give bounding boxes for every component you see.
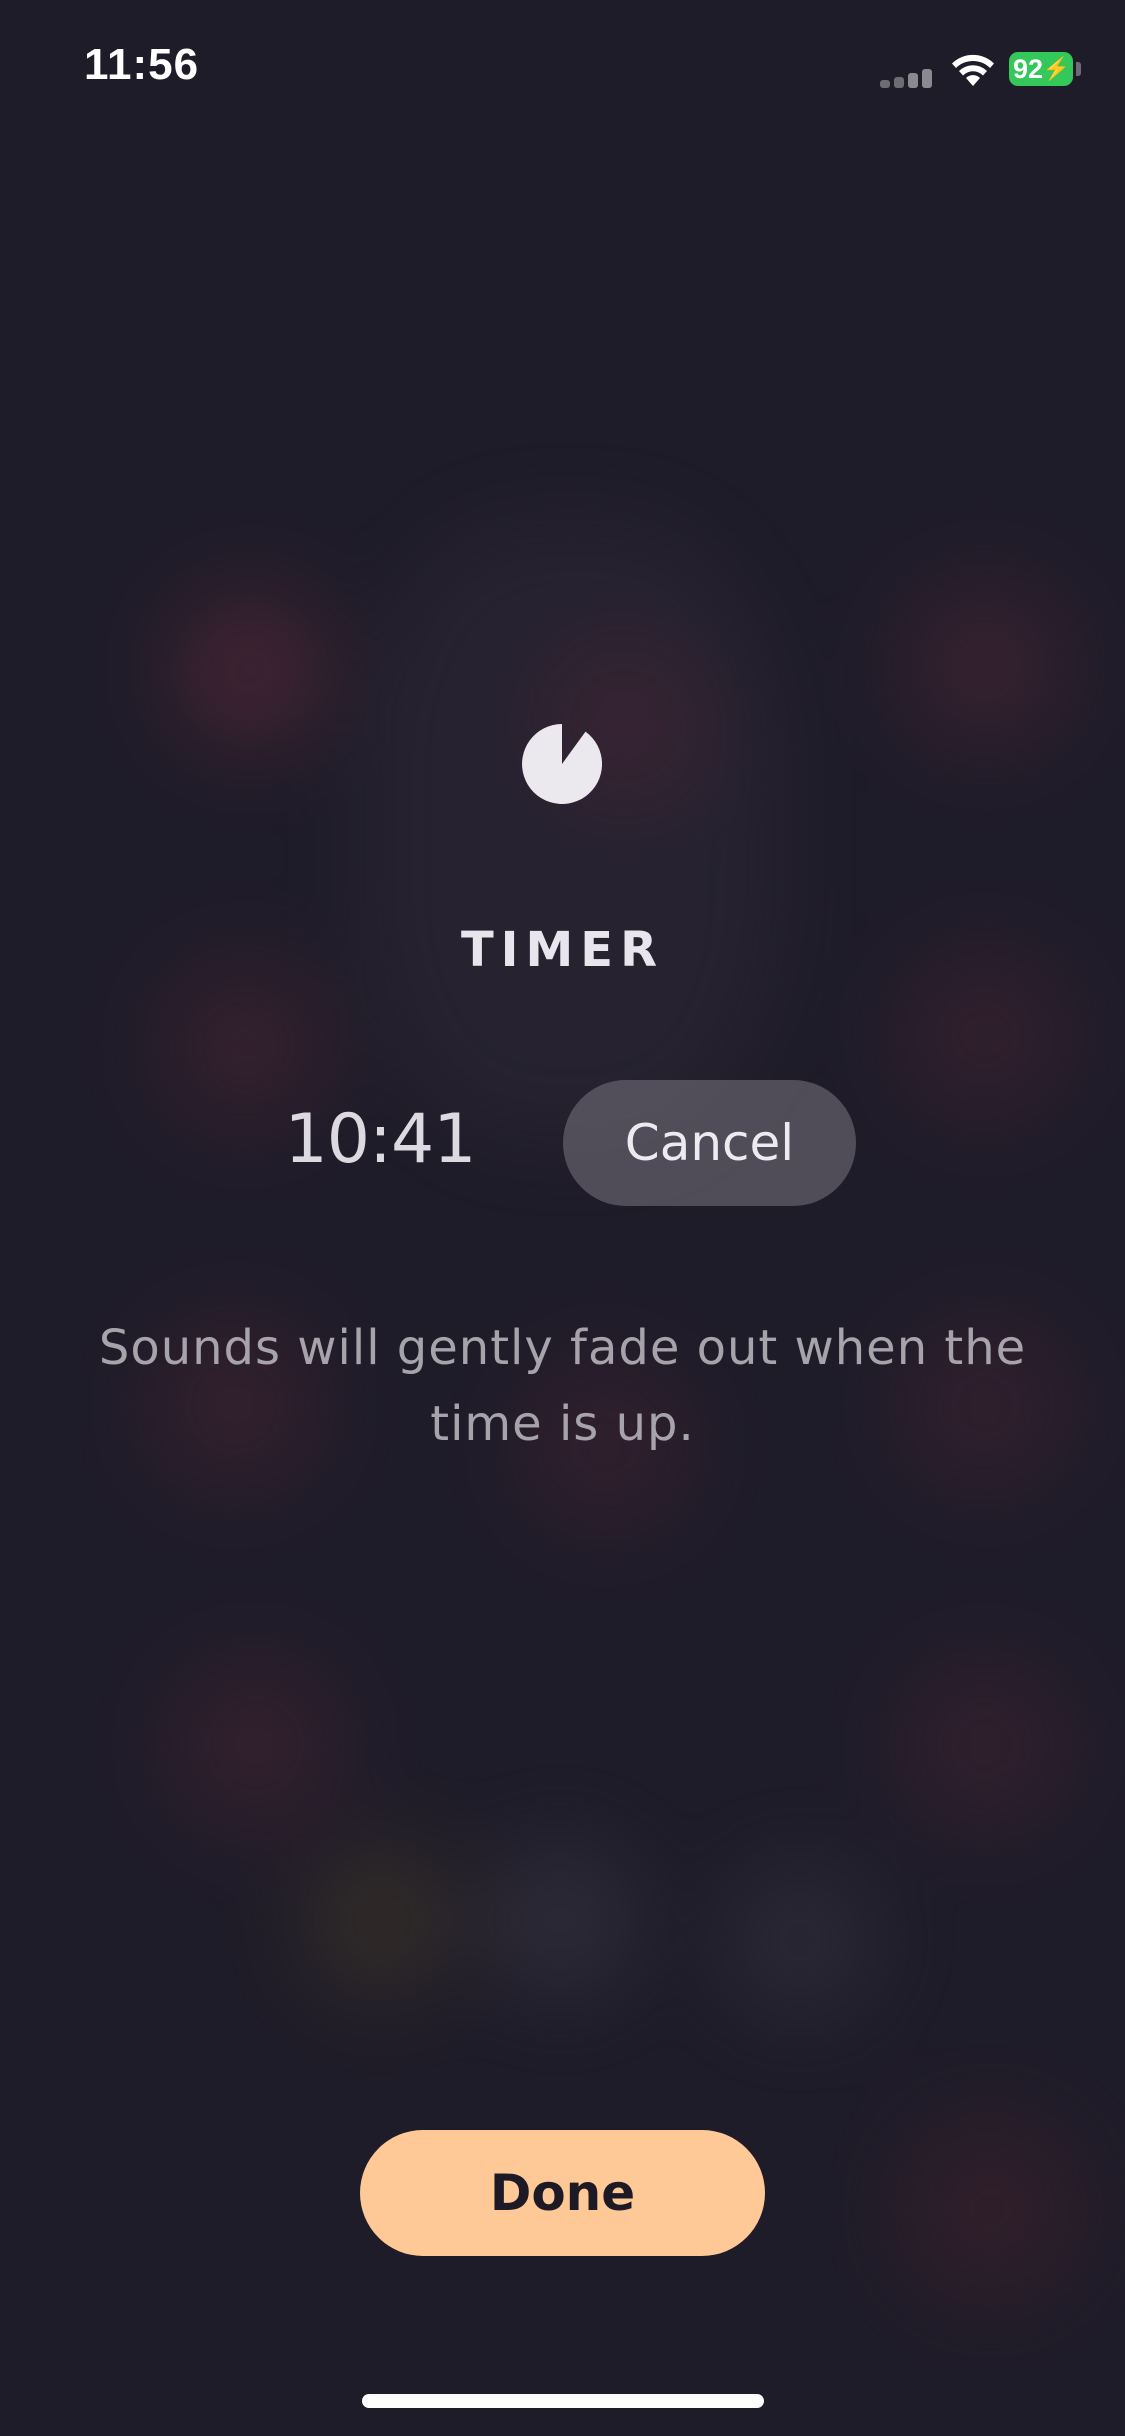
timer-title: TIMER <box>460 922 665 978</box>
cancel-button[interactable]: Cancel <box>563 1080 856 1206</box>
timer-remaining: 10:41 <box>284 1100 477 1179</box>
charging-bolt-icon: ⚡ <box>1042 56 1070 81</box>
battery-cap <box>1076 62 1081 76</box>
timer-screen: 11:56 92 ⚡ TIMER 10:41 Cancel Sounds wil… <box>0 0 1125 2436</box>
battery-icon: 92 ⚡ <box>1009 52 1073 86</box>
wifi-icon <box>952 54 994 86</box>
timer-pie-icon <box>522 724 602 804</box>
timer-row: 10:41 Cancel <box>0 1080 1125 1206</box>
home-indicator[interactable] <box>362 2394 764 2408</box>
cellular-signal-icon <box>880 66 936 88</box>
done-button[interactable]: Done <box>360 2130 765 2256</box>
battery-level: 92 <box>1013 54 1044 84</box>
timer-message: Sounds will gently fade out when the tim… <box>98 1320 1027 1452</box>
status-time: 11:56 <box>84 40 200 89</box>
status-bar: 11:56 92 ⚡ <box>0 0 1125 140</box>
blurred-background <box>0 0 1125 2436</box>
